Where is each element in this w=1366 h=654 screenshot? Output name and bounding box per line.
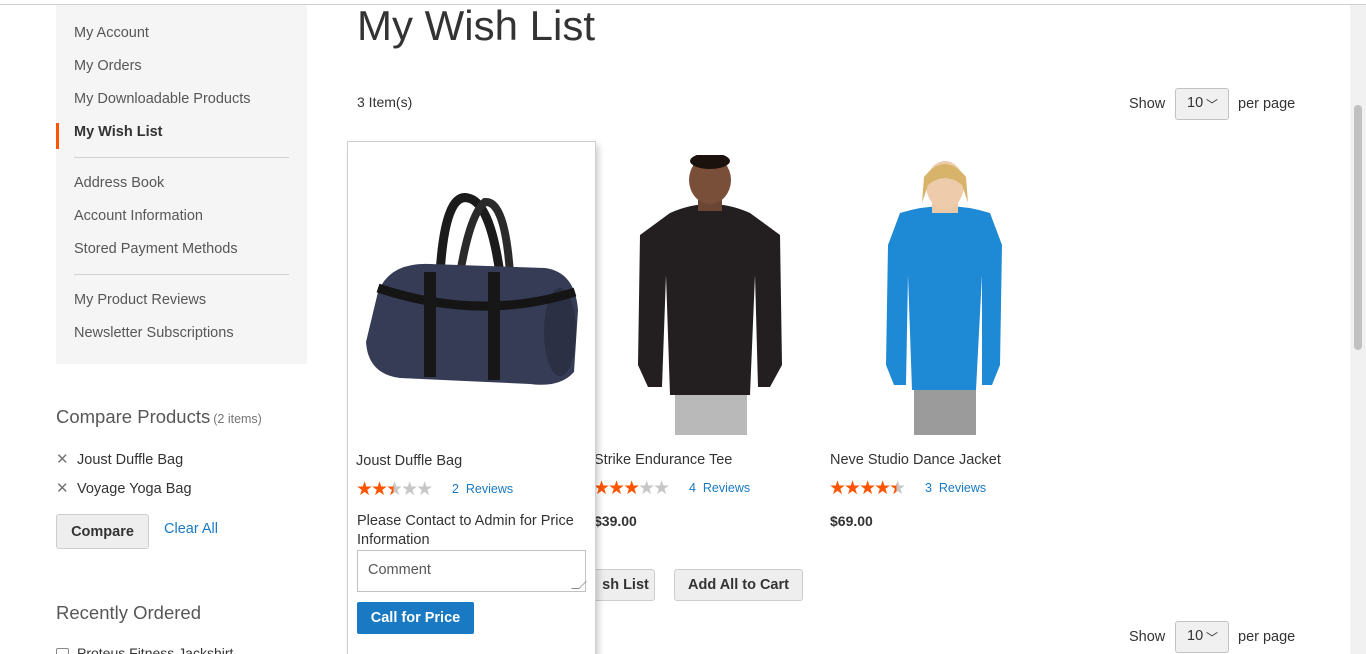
compare-title-text: Compare Products [56,406,211,427]
product-price: $69.00 [830,513,873,529]
nav-account-information[interactable]: Account Information [74,208,203,224]
chevron-down-icon: ﹀ [1205,98,1218,112]
call-for-price-button[interactable]: Call for Price [357,602,474,634]
product-image-tee[interactable] [630,155,790,435]
product-item-hovered: Joust Duffle Bag ★★★★★ 2 Reviews Please … [347,141,596,654]
compare-item: ✕ Voyage Yoga Bag [56,479,192,497]
per-page-select[interactable]: 10 ﹀ [1175,621,1229,653]
page-title: My Wish List [357,2,596,49]
show-label: Show [1129,629,1166,645]
show-label: Show [1129,96,1166,112]
compare-item: ✕ Joust Duffle Bag [56,450,183,468]
reviews-count: 2 [452,482,459,496]
recent-order-item: Proteus Fitness Jackshirt [56,645,233,654]
scrollbar-thumb[interactable] [1354,105,1362,350]
nav-divider [74,274,289,275]
reviews-label: Reviews [702,481,751,495]
rating-stars: ★★★★★ [829,478,906,499]
reviews-link[interactable]: 2 Reviews [452,482,513,496]
rating-stars: ★★★★★ [593,478,670,499]
compare-item-link[interactable]: Joust Duffle Bag [77,452,183,468]
items-count: 3 Item(s) [357,94,413,110]
recent-order-checkbox[interactable] [56,647,69,654]
per-page-value: 10 [1187,95,1204,111]
remove-icon[interactable]: ✕ [56,450,69,468]
per-page-label: per page [1238,96,1296,112]
product-name[interactable]: Joust Duffle Bag [356,453,462,469]
reviews-label: Reviews [465,482,514,496]
resize-handle-icon[interactable] [571,581,587,589]
compare-button[interactable]: Compare [56,514,149,549]
reviews-link[interactable]: 4 Reviews [689,481,750,495]
remove-icon[interactable]: ✕ [56,479,69,497]
product-image-duffle-bag[interactable] [360,192,585,397]
recently-ordered-title: Recently Ordered [56,602,201,623]
nav-my-downloadable-products[interactable]: My Downloadable Products [74,91,251,107]
rating-stars: ★★★★★ [356,479,433,500]
product-name[interactable]: Neve Studio Dance Jacket [830,452,1001,468]
contact-admin-text: Please Contact to Admin for Price Inform… [357,513,574,548]
account-nav: My Account My Orders My Downloadable Pro… [56,5,307,364]
update-wish-list-label: sh List [602,577,649,593]
per-page-value: 10 [1187,628,1204,644]
chevron-down-icon: ﹀ [1205,631,1218,645]
page-scrollbar[interactable] [1350,5,1366,654]
per-page-label: per page [1238,629,1296,645]
nav-my-orders[interactable]: My Orders [74,58,142,74]
comment-placeholder: Comment [368,562,431,578]
reviews-label: Reviews [938,481,987,495]
nav-newsletter-subscriptions[interactable]: Newsletter Subscriptions [74,325,234,341]
nav-my-wish-list: My Wish List [74,124,163,140]
nav-address-book[interactable]: Address Book [74,175,164,191]
compare-products-title: Compare Products (2 items) [56,406,262,428]
nav-my-product-reviews[interactable]: My Product Reviews [74,292,206,308]
compare-item-link[interactable]: Voyage Yoga Bag [77,481,192,497]
nav-stored-payment-methods[interactable]: Stored Payment Methods [74,241,238,257]
reviews-count: 3 [925,481,932,495]
reviews-count: 4 [689,481,696,495]
comment-textarea[interactable]: Comment [357,550,587,592]
product-image-jacket[interactable] [870,155,1020,435]
product-price: $39.00 [594,513,637,529]
nav-my-account[interactable]: My Account [74,25,149,41]
recent-order-link[interactable]: Proteus Fitness Jackshirt [77,645,233,654]
per-page-select[interactable]: 10 ﹀ [1175,88,1229,120]
product-name[interactable]: Strike Endurance Tee [594,452,732,468]
reviews-link[interactable]: 3 Reviews [925,481,986,495]
nav-divider [74,157,289,158]
clear-all-link[interactable]: Clear All [164,521,218,537]
nav-current-indicator [56,123,59,149]
compare-count: (2 items) [213,412,262,426]
add-all-to-cart-button[interactable]: Add All to Cart [674,569,803,601]
